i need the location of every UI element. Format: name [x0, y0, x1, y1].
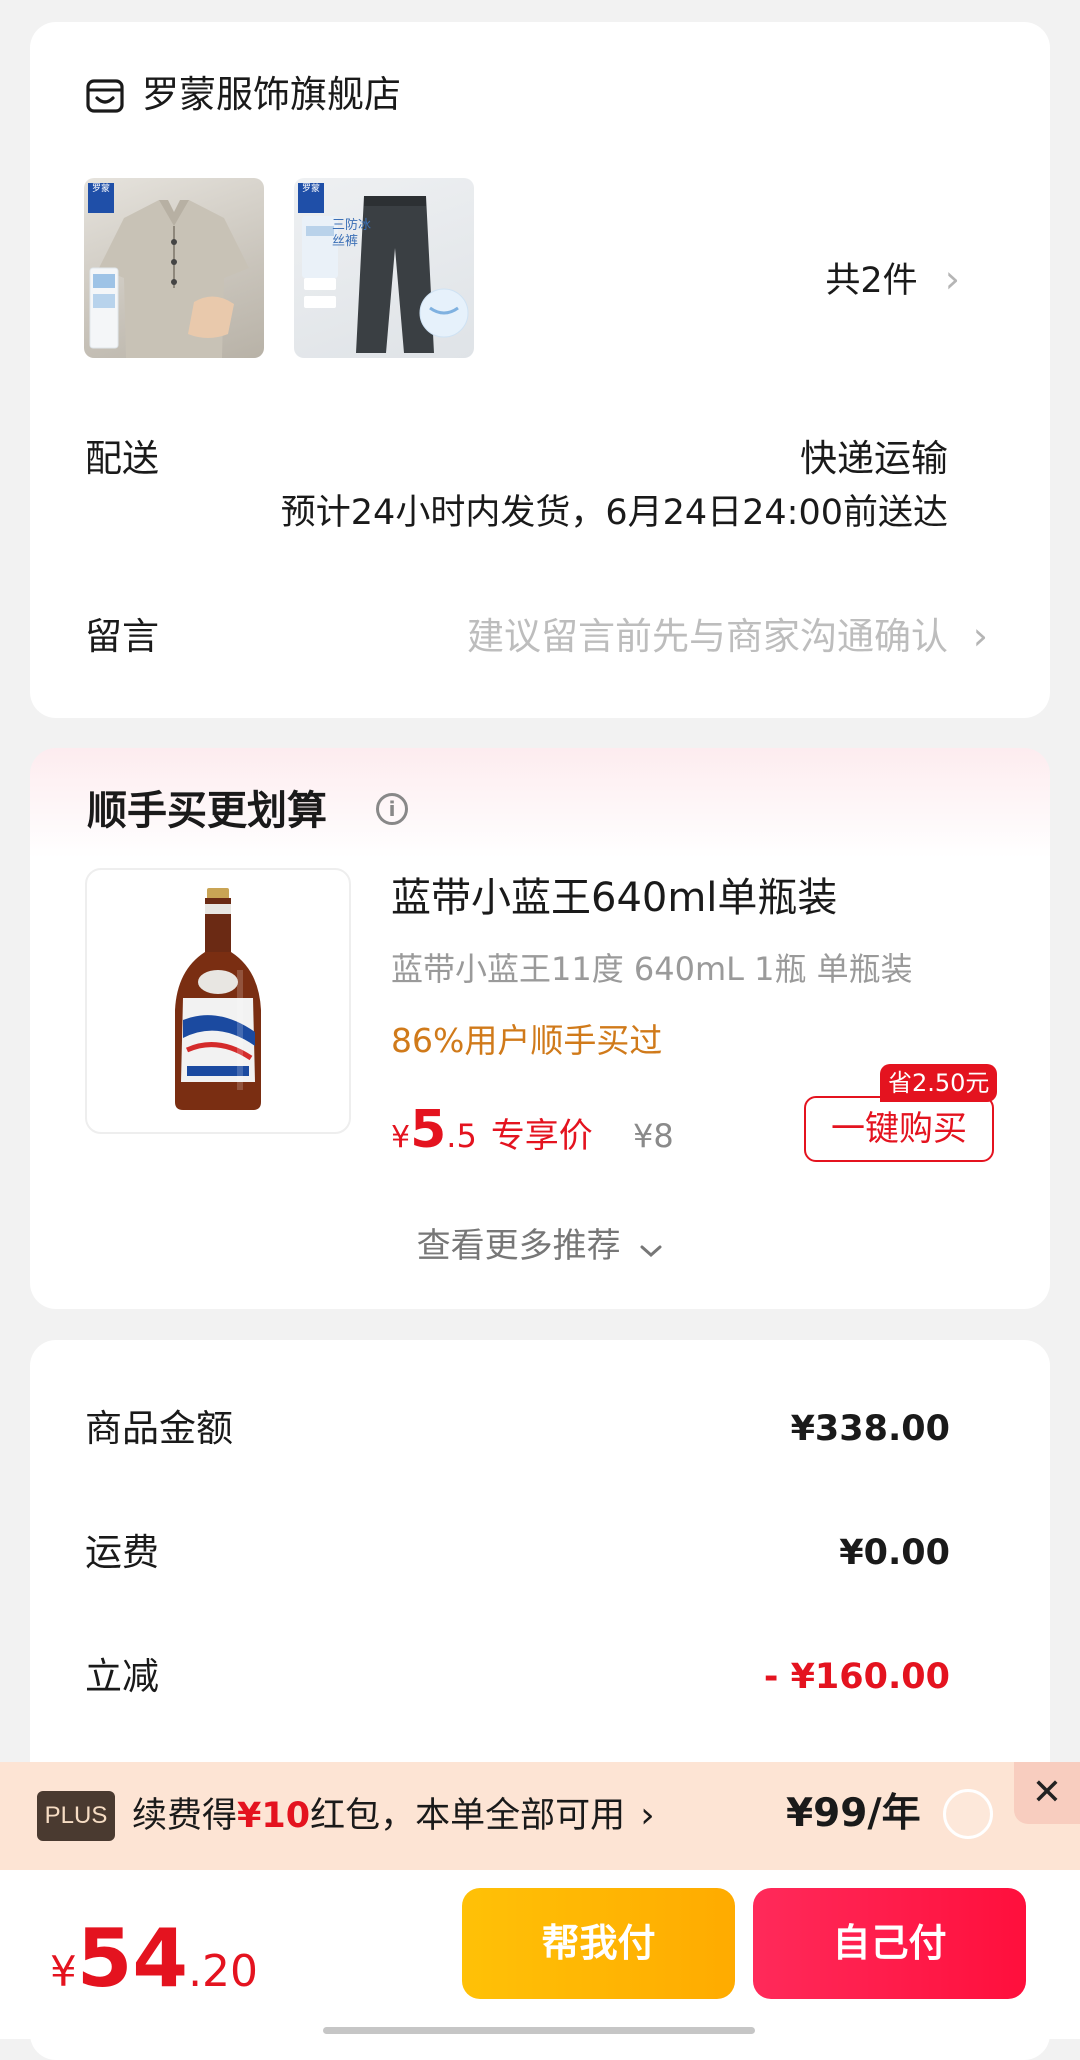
delivery-method: 快递运输: [800, 437, 948, 480]
recommend-popularity: 86%用户顺手买过: [391, 1021, 663, 1060]
item-count[interactable]: 共2件 ›: [825, 252, 960, 303]
plus-text-amount: ¥10: [237, 1796, 311, 1836]
summary-label: 商品金额: [85, 1407, 233, 1450]
beer-bottle-icon: [175, 888, 261, 1110]
help-me-pay-button[interactable]: 帮我付: [462, 1888, 735, 1999]
plus-price: ¥99/年: [786, 1791, 921, 1836]
message-field[interactable]: 建议留言前先与商家沟通确认: [467, 618, 948, 655]
brand-tag: 罗蒙: [298, 183, 324, 213]
home-indicator[interactable]: [323, 2027, 755, 2034]
original-price: ¥8: [633, 1117, 674, 1155]
price-decimal: .5: [446, 1117, 477, 1155]
summary-value: ¥338.00: [790, 1409, 950, 1449]
beer-image[interactable]: [85, 868, 351, 1134]
price-symbol: ¥: [391, 1120, 411, 1155]
chevron-down-icon: [639, 1228, 663, 1268]
plus-badge: PLUS: [37, 1791, 115, 1841]
close-icon[interactable]: ✕: [1014, 1762, 1080, 1824]
brand-tag: 罗蒙: [88, 183, 114, 213]
price-integer: 5: [410, 1100, 447, 1160]
order-card: 罗蒙服饰旗舰店 罗蒙 罗蒙 三防冰丝裤 共2件 › 配送 快递运输 预计24小时…: [30, 22, 1050, 718]
plus-select-radio[interactable]: [943, 1789, 993, 1839]
summary-value: ¥0.00: [839, 1533, 950, 1573]
save-badge: 省2.50元: [880, 1064, 998, 1102]
one-click-buy-button[interactable]: 一键购买: [804, 1096, 994, 1162]
checkout-bar: ¥54.20 帮我付 自己付: [0, 1870, 1080, 2039]
store-icon: [85, 76, 125, 116]
chevron-right-icon: ›: [640, 1795, 655, 1836]
plus-offer-text: 续费得¥10红包，本单全部可用 ›: [132, 1798, 655, 1834]
recommend-price: ¥5.5 专享价: [391, 1100, 593, 1160]
recommendation-title: 顺手买更划算: [87, 788, 327, 834]
store-name[interactable]: 罗蒙服饰旗舰店: [142, 76, 401, 113]
product-thumbnail[interactable]: 罗蒙: [84, 178, 264, 358]
more-recommendations-label: 查看更多推荐: [416, 1226, 621, 1266]
discount-value: - ¥160.00: [763, 1657, 950, 1697]
pay-myself-button[interactable]: 自己付: [753, 1888, 1026, 1999]
product-thumbnail[interactable]: 罗蒙 三防冰丝裤: [294, 178, 474, 358]
total-price: ¥54.20: [50, 1912, 258, 2005]
plus-text-pre: 续费得: [132, 1796, 238, 1836]
price-label: 专享价: [490, 1116, 593, 1156]
total-symbol: ¥: [50, 1947, 77, 1996]
plus-text-post: 红包，本单全部可用: [310, 1796, 626, 1836]
delivery-label: 配送: [85, 437, 159, 480]
total-integer: 54: [76, 1912, 189, 2005]
recommend-product-spec: 蓝带小蓝王11度 640mL 1瓶 单瓶装: [391, 950, 913, 988]
more-recommendations-link[interactable]: 查看更多推荐: [30, 1218, 1050, 1268]
recommend-product-name[interactable]: 蓝带小蓝王640ml单瓶装: [391, 878, 837, 918]
total-decimal: .20: [188, 1946, 259, 1997]
item-count-label: 共2件: [825, 261, 918, 301]
thumbnail-overlay-text: 三防冰丝裤: [332, 218, 372, 249]
chevron-right-icon: ›: [972, 614, 988, 658]
summary-label: 运费: [85, 1531, 159, 1574]
summary-label: 立减: [85, 1655, 159, 1698]
recommendation-card: 顺手买更划算 i 蓝带小蓝王640ml单瓶装 蓝带小蓝王11度 640mL 1瓶…: [30, 748, 1050, 1309]
delivery-eta: 预计24小时内发货，6月24日24:00前送达: [280, 493, 948, 533]
info-icon[interactable]: i: [376, 793, 408, 825]
plus-membership-banner[interactable]: PLUS 续费得¥10红包，本单全部可用 › ¥99/年 ✕: [0, 1762, 1080, 1870]
chevron-right-icon: ›: [944, 257, 960, 301]
message-label: 留言: [85, 615, 159, 658]
